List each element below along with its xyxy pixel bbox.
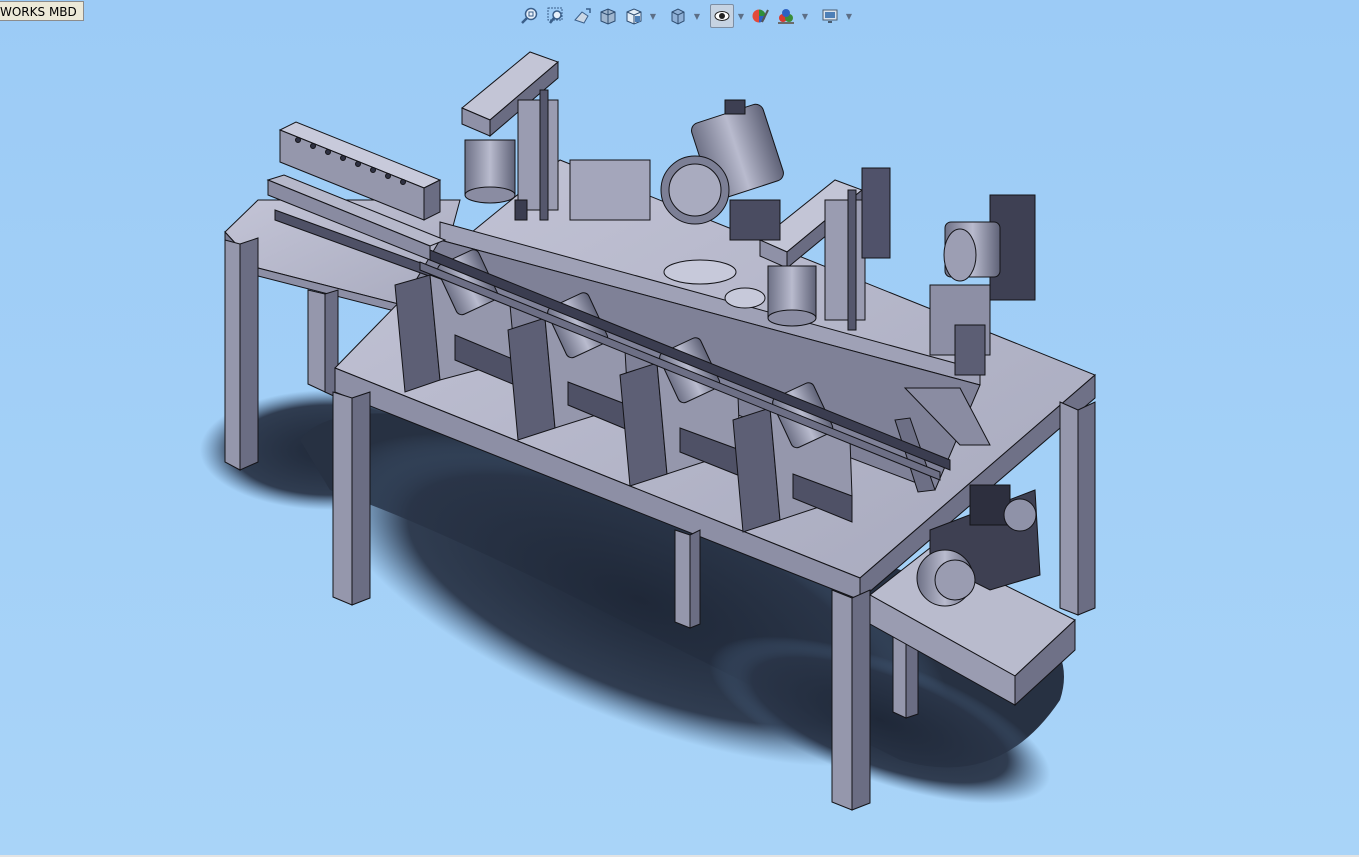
drill-unit-left bbox=[461, 51, 651, 221]
graphics-area[interactable] bbox=[0, 0, 1359, 857]
main-motor bbox=[660, 99, 784, 241]
